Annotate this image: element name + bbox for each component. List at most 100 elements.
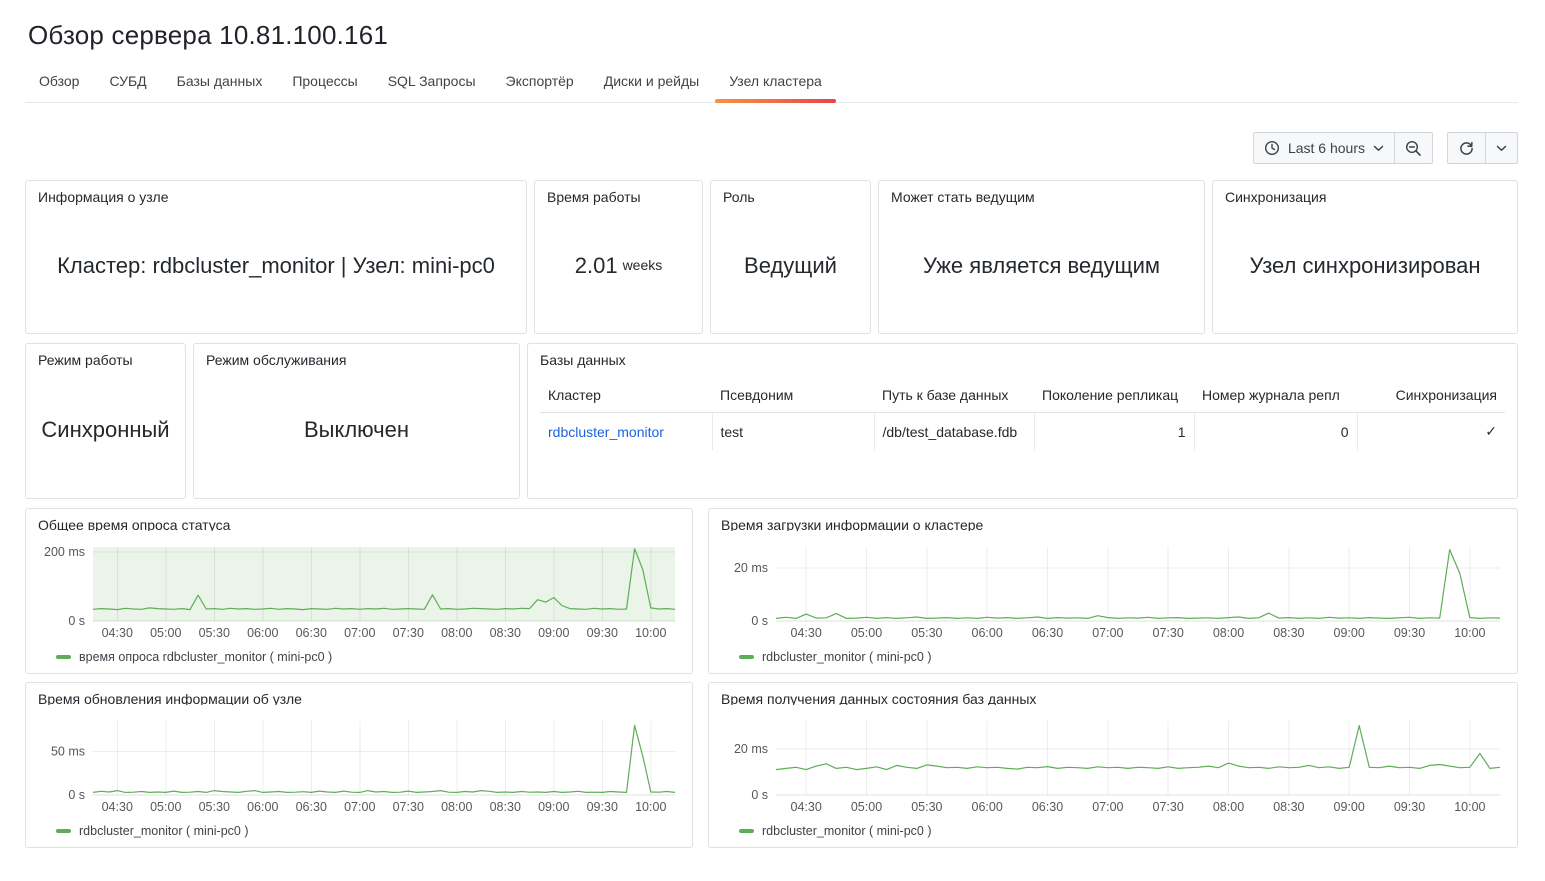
series-swatch — [56, 655, 71, 659]
table-header-row: Кластер Псевдоним Путь к базе данных Пок… — [540, 381, 1505, 413]
panel-title[interactable]: Время загрузки информации о кластере — [721, 517, 1505, 531]
time-series-plot[interactable]: 04:3005:0005:3006:0006:3007:0007:3008:00… — [721, 541, 1505, 645]
time-range-picker[interactable]: Last 6 hours — [1253, 132, 1395, 164]
panel-status-poll-time: Общее время опроса статуса 04:3005:0005:… — [25, 508, 693, 674]
svg-text:07:00: 07:00 — [1092, 626, 1123, 640]
panel-role: Роль Ведущий — [710, 180, 871, 334]
legend-item[interactable]: время опроса rdbcluster_monitor ( mini-p… — [56, 648, 680, 665]
legend-item[interactable]: rdbcluster_monitor ( mini-pc0 ) — [739, 648, 1505, 665]
series-swatch — [739, 655, 754, 659]
svg-text:10:00: 10:00 — [635, 800, 666, 814]
refresh-interval-dropdown[interactable] — [1485, 132, 1518, 164]
svg-text:0 s: 0 s — [68, 614, 85, 628]
cell-journal: 0 — [1194, 413, 1357, 451]
svg-text:09:30: 09:30 — [1394, 800, 1425, 814]
svg-text:10:00: 10:00 — [1454, 626, 1485, 640]
svg-text:09:30: 09:30 — [587, 626, 618, 640]
panel-node-info-update-time: Время обновления информации об узле 04:3… — [25, 682, 693, 848]
legend-item[interactable]: rdbcluster_monitor ( mini-pc0 ) — [56, 822, 680, 839]
svg-text:09:00: 09:00 — [538, 800, 569, 814]
col-header-alias[interactable]: Псевдоним — [712, 381, 874, 413]
panel-title[interactable]: Информация о узле — [38, 189, 514, 206]
panel-work-mode: Режим работы Синхронный — [25, 343, 186, 499]
col-header-replication-generation[interactable]: Поколение репликац — [1034, 381, 1194, 413]
stat-leader-value: Уже является ведущим — [891, 206, 1192, 325]
tab-processes[interactable]: Процессы — [278, 65, 371, 102]
cell-generation: 1 — [1034, 413, 1194, 451]
svg-text:07:30: 07:30 — [1153, 626, 1184, 640]
active-tab-indicator — [715, 99, 836, 103]
chevron-down-icon — [1496, 145, 1507, 152]
panel-title[interactable]: Синхронизация — [1225, 189, 1505, 206]
panel-title[interactable]: Роль — [723, 189, 858, 206]
svg-text:06:00: 06:00 — [247, 800, 278, 814]
col-header-sync[interactable]: Синхронизация — [1357, 381, 1505, 413]
panel-title[interactable]: Базы данных — [540, 352, 1505, 369]
time-series-plot[interactable]: 04:3005:0005:3006:0006:3007:0007:3008:00… — [721, 715, 1505, 819]
panel-title[interactable]: Режим работы — [38, 352, 173, 369]
legend-item[interactable]: rdbcluster_monitor ( mini-pc0 ) — [739, 822, 1505, 839]
zoom-out-button[interactable] — [1394, 132, 1433, 164]
svg-text:06:00: 06:00 — [972, 626, 1003, 640]
stat-maintenance-value: Выключен — [206, 369, 507, 490]
tab-overview[interactable]: Обзор — [25, 65, 93, 102]
stats-row-1: Информация о узле Кластер: rdbcluster_mo… — [25, 180, 1518, 334]
tab-disks-raids[interactable]: Диски и рейды — [590, 65, 713, 102]
panel-title[interactable]: Режим обслуживания — [206, 352, 507, 369]
tab-dbms[interactable]: СУБД — [95, 65, 160, 102]
time-series-plot[interactable]: 04:3005:0005:3006:0006:3007:0007:3008:00… — [38, 715, 680, 819]
panel-cluster-info-load-time: Время загрузки информации о кластере 04:… — [708, 508, 1518, 674]
panel-title[interactable]: Может стать ведущим — [891, 189, 1192, 206]
series-swatch — [739, 829, 754, 833]
svg-text:0 s: 0 s — [68, 788, 85, 802]
time-series-plot[interactable]: 04:3005:0005:3006:0006:3007:0007:3008:00… — [38, 541, 680, 645]
tab-databases[interactable]: Базы данных — [163, 65, 277, 102]
stat-role-value: Ведущий — [723, 206, 858, 325]
stats-row-2: Режим работы Синхронный Режим обслуживан… — [25, 343, 1518, 499]
panel-maintenance-mode: Режим обслуживания Выключен — [193, 343, 520, 499]
time-controls: Last 6 hours — [1253, 132, 1433, 164]
cell-sync-checkmark: ✓ — [1357, 413, 1505, 451]
table-row: rdbcluster_monitor test /db/test_databas… — [540, 413, 1505, 451]
panel-title[interactable]: Время получения данных состояния баз дан… — [721, 691, 1505, 705]
svg-text:50 ms: 50 ms — [51, 745, 85, 759]
legend-label: rdbcluster_monitor ( mini-pc0 ) — [762, 824, 932, 838]
cell-alias: test — [712, 413, 874, 451]
panel-databases-table: Базы данных Кластер Псевдоним Путь к баз… — [527, 343, 1518, 499]
tab-sql-queries[interactable]: SQL Запросы — [374, 65, 490, 102]
dashboard-toolbar: Last 6 hours — [25, 132, 1518, 164]
svg-text:05:30: 05:30 — [911, 800, 942, 814]
stat-unit: weeks — [623, 257, 663, 275]
cluster-link[interactable]: rdbcluster_monitor — [548, 424, 664, 440]
refresh-button[interactable] — [1447, 132, 1486, 164]
svg-text:08:00: 08:00 — [441, 800, 472, 814]
stat-sync-value: Узел синхронизирован — [1225, 206, 1505, 325]
panel-uptime: Время работы 2.01weeks — [534, 180, 703, 334]
panel-title[interactable]: Время обновления информации об узле — [38, 691, 680, 705]
col-header-path[interactable]: Путь к базе данных — [874, 381, 1034, 413]
svg-text:09:00: 09:00 — [1334, 800, 1365, 814]
clock-icon — [1264, 140, 1280, 156]
dashboard-tabs: Обзор СУБД Базы данных Процессы SQL Запр… — [25, 65, 1518, 103]
col-header-replication-journal[interactable]: Номер журнала репл — [1194, 381, 1357, 413]
svg-text:09:30: 09:30 — [1394, 626, 1425, 640]
tab-cluster-node[interactable]: Узел кластера — [715, 65, 836, 102]
svg-text:05:30: 05:30 — [911, 626, 942, 640]
col-header-cluster[interactable]: Кластер — [540, 381, 712, 413]
stat-node-info-value: Кластер: rdbcluster_monitor | Узел: mini… — [38, 206, 514, 325]
panel-sync-status: Синхронизация Узел синхронизирован — [1212, 180, 1518, 334]
svg-text:06:00: 06:00 — [247, 626, 278, 640]
charts-row-1: Общее время опроса статуса 04:3005:0005:… — [25, 508, 1518, 674]
svg-text:07:30: 07:30 — [393, 800, 424, 814]
series-swatch — [56, 829, 71, 833]
svg-text:06:00: 06:00 — [972, 800, 1003, 814]
svg-text:20 ms: 20 ms — [734, 742, 768, 756]
svg-text:05:00: 05:00 — [150, 800, 181, 814]
svg-text:04:30: 04:30 — [791, 800, 822, 814]
svg-text:07:30: 07:30 — [393, 626, 424, 640]
panel-title[interactable]: Общее время опроса статуса — [38, 517, 680, 531]
svg-text:06:30: 06:30 — [1032, 800, 1063, 814]
legend-label: время опроса rdbcluster_monitor ( mini-p… — [79, 650, 332, 664]
tab-exporter[interactable]: Экспортёр — [492, 65, 588, 102]
panel-title[interactable]: Время работы — [547, 189, 690, 206]
